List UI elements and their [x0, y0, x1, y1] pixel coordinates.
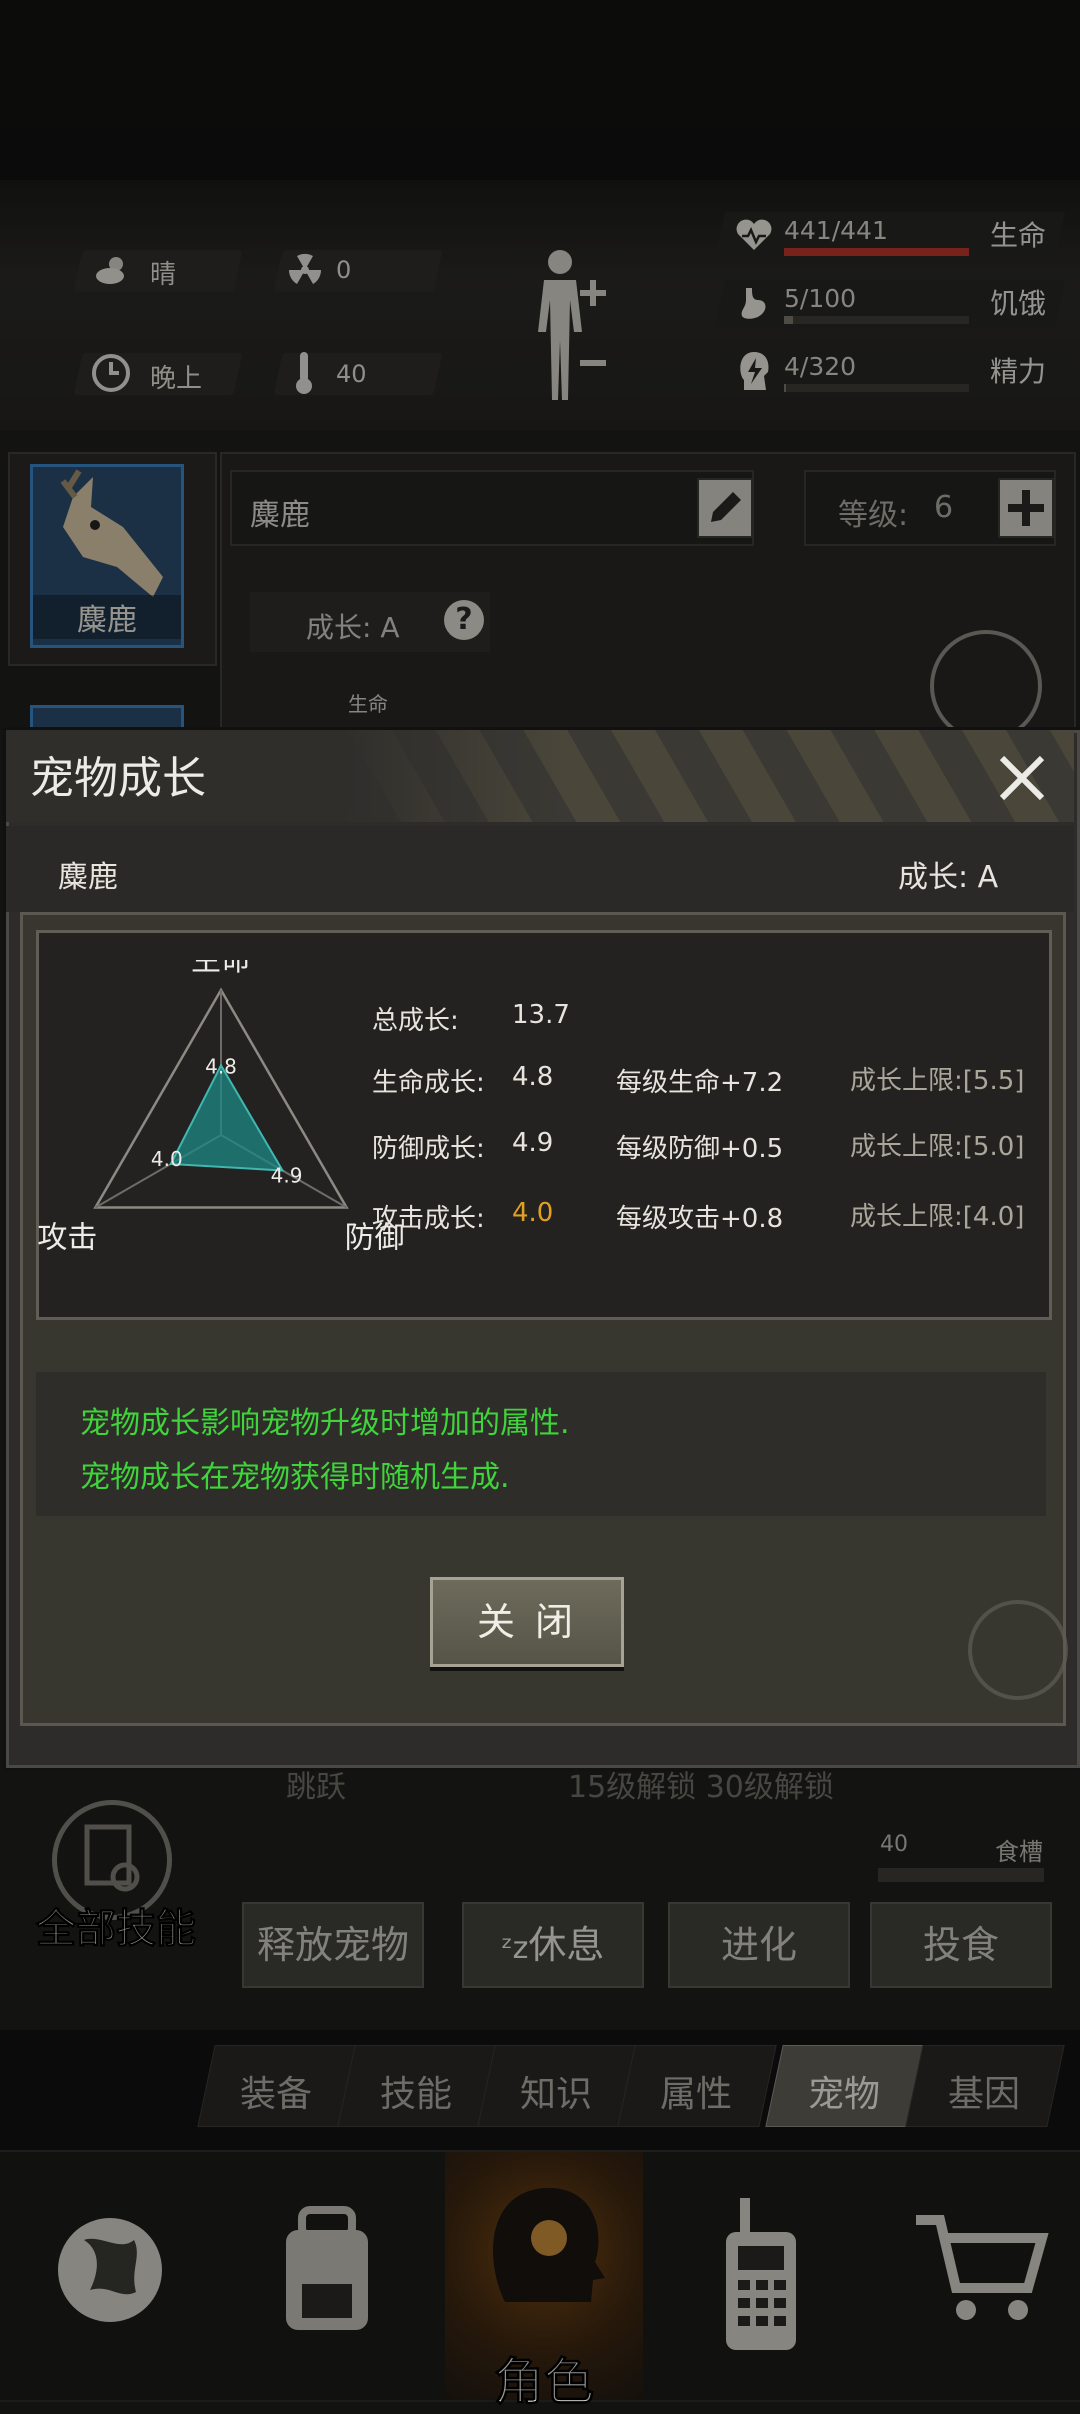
defense-growth-label: 防御成长:: [372, 1134, 485, 1164]
close-button[interactable]: 关 闭: [430, 1577, 624, 1667]
info-line-2: 宠物成长在宠物获得时随机生成.: [80, 1460, 510, 1495]
radar-axis-life: 生命: [191, 960, 251, 978]
radar-value-label-defense: 4.9: [271, 1164, 303, 1188]
attack-growth-value: 4.0: [512, 1198, 554, 1228]
growth-radar-chart: 生命 防御 攻击 4.8 4.9 4.0: [37, 960, 404, 1256]
defense-growth-value: 4.9: [512, 1128, 554, 1158]
life-growth-label: 生命成长:: [372, 1068, 485, 1098]
life-growth-value: 4.8: [512, 1062, 554, 1092]
dialog-title: 宠物成长: [30, 753, 206, 804]
defense-growth-limit: 成长上限:[5.0]: [850, 1132, 1025, 1162]
life-per-level: 每级生命+7.2: [616, 1068, 784, 1098]
radar-axis-attack: 攻击: [37, 1221, 97, 1256]
dialog-growth-grade: 成长: A: [898, 860, 999, 895]
attack-per-level: 每级攻击+0.8: [616, 1204, 784, 1234]
radiation-watermark-icon: [968, 1600, 1068, 1700]
total-growth-label: 总成长:: [372, 1006, 459, 1036]
attack-growth-limit: 成长上限:[4.0]: [850, 1202, 1025, 1232]
info-line-1: 宠物成长影响宠物升级时增加的属性.: [80, 1406, 570, 1441]
total-growth-value: 13.7: [512, 1000, 570, 1030]
life-growth-limit: 成长上限:[5.5]: [850, 1066, 1025, 1096]
radar-value-area: [169, 1063, 285, 1172]
close-icon[interactable]: [994, 750, 1050, 806]
attack-growth-label: 攻击成长:: [372, 1204, 485, 1234]
radar-value-label-life: 4.8: [205, 1054, 237, 1078]
close-button-label: 关 闭: [476, 1600, 578, 1644]
radar-value-label-attack: 4.0: [151, 1147, 183, 1171]
dialog-pet-name: 麋鹿: [58, 860, 118, 895]
defense-per-level: 每级防御+0.5: [616, 1134, 784, 1164]
